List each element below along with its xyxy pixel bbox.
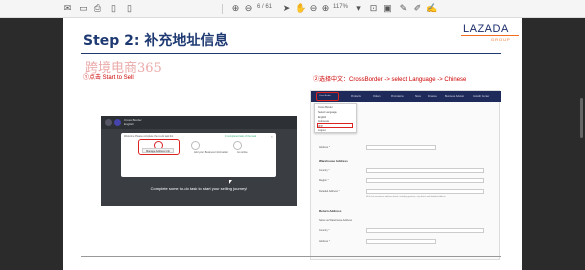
mouse-cursor-icon	[229, 180, 232, 184]
return-address-field[interactable]	[366, 239, 436, 244]
label-same-address: Same as Warehouse Address	[319, 219, 352, 222]
section-return: Return Address	[319, 209, 342, 213]
address-hint: Fill in the warehouse address details, i…	[366, 196, 446, 198]
folder-icon[interactable]: ▭	[78, 3, 89, 14]
hand-icon[interactable]: ✋	[295, 3, 306, 14]
viewer-toolbar: ✉ ▭ ⎙ ▯ ▯ ⊕ ⊖ 6 / 61 ➤ ✋ ⊖ ⊕ 117% ▾ ⊡ ▣ …	[0, 0, 585, 18]
zoom-out-icon[interactable]: ⊖	[308, 3, 319, 14]
step1-caption: ①点击 Start to Sell	[83, 75, 134, 81]
task2-label: Add your Business Information	[194, 151, 229, 154]
logo-underline	[461, 35, 519, 36]
lazada-logo: LAZADA	[463, 23, 509, 35]
page-current[interactable]: 6	[257, 4, 260, 10]
print-icon[interactable]: ⎙	[92, 3, 103, 14]
crossborder-highlight[interactable]	[316, 92, 339, 101]
nav-orders[interactable]: Orders	[373, 95, 381, 98]
region-select[interactable]	[366, 178, 484, 183]
seller-nav: Cross Border Products Orders Promotions …	[311, 91, 501, 102]
nav-products[interactable]: Products	[351, 95, 361, 98]
dropdown-label: Select Language	[318, 111, 337, 114]
chinese-option-highlight[interactable]	[317, 123, 353, 128]
comment-icon[interactable]: ✎	[398, 3, 409, 14]
address-field[interactable]	[366, 145, 436, 150]
country-select[interactable]	[366, 168, 484, 173]
return-country-select[interactable]	[366, 228, 484, 233]
address-form-screenshot: Cross Border Products Orders Promotions …	[310, 90, 501, 260]
language-dropdown: Cross Border Select Language English Ind…	[314, 103, 357, 133]
label-detailed: Detailed Address *	[319, 190, 340, 193]
page-icon-2[interactable]: ▯	[124, 3, 135, 14]
label-country-return: Country *	[319, 229, 330, 232]
arrow-up-icon[interactable]: ⊕	[230, 3, 241, 14]
page-icon[interactable]: ▯	[108, 3, 119, 14]
label-region: Region *	[319, 179, 329, 182]
nav-business-advisor[interactable]: Business Advisor	[445, 95, 464, 98]
right-margin	[522, 18, 585, 270]
nav-store[interactable]: Store	[415, 95, 421, 98]
dropdown-title: Cross Border	[318, 106, 333, 109]
task2-circle	[191, 141, 200, 150]
detailed-address-field[interactable]	[366, 189, 484, 194]
modal-title: Welcome Please complete the to-do task l…	[124, 135, 174, 138]
todo-modal: Welcome Please complete the to-do task l…	[121, 133, 276, 177]
zoom-in-icon[interactable]: ⊕	[320, 3, 331, 14]
modal-status: 0 completed task of the task	[225, 135, 257, 138]
user-name: Cross Border English	[124, 118, 142, 126]
zoom-level[interactable]: 117%	[333, 4, 348, 10]
avatar-2	[114, 119, 121, 126]
fit-icon[interactable]: ▾	[353, 3, 364, 14]
manage-address-button[interactable]: Manage Address Info	[142, 148, 174, 153]
nav-growth-center[interactable]: Growth Center	[473, 95, 489, 98]
arrow-down-icon[interactable]: ⊖	[243, 3, 254, 14]
close-icon[interactable]: ×	[271, 134, 273, 139]
step2-caption: ②选择中文：CrossBorder -> select Language -> …	[313, 77, 467, 83]
nav-promotions[interactable]: Promotions	[391, 95, 404, 98]
pdf-viewer: ✉ ▭ ⎙ ▯ ▯ ⊕ ⊖ 6 / 61 ➤ ✋ ⊖ ⊕ 117% ▾ ⊡ ▣ …	[0, 0, 585, 270]
avatar	[105, 119, 112, 126]
label-country: Country *	[319, 169, 330, 172]
cursor-icon[interactable]: ➤	[281, 3, 292, 14]
screenshot-header: Cross Border English	[101, 116, 297, 129]
nav-finance[interactable]: Finance	[428, 95, 437, 98]
page-total: / 61	[262, 4, 273, 10]
start-to-sell-highlight[interactable]: Manage Address Info	[138, 139, 180, 155]
dropdown-option-english[interactable]: English	[318, 116, 326, 119]
title-divider	[81, 53, 501, 54]
banner-text: Complete some to-do task to start your s…	[150, 186, 248, 191]
task3-label: Go online	[237, 151, 248, 154]
slide-title: Step 2: 补充地址信息	[83, 33, 229, 49]
signature-icon[interactable]: ✍	[426, 3, 437, 14]
slide-page: Step 2: 补充地址信息 LAZADA GROUP 跨境电商365 ①点击 …	[63, 18, 522, 270]
lazada-logo-sub: GROUP	[491, 37, 511, 42]
mail-icon[interactable]: ✉	[62, 3, 73, 14]
section-warehouse: Warehouse Address	[319, 159, 348, 163]
label-address: Address *	[319, 146, 330, 149]
crop-icon[interactable]: ⊡	[368, 3, 379, 14]
scrollbar-thumb[interactable]	[580, 98, 583, 138]
seller-center-screenshot: Cross Border English Welcome Please comp…	[101, 116, 297, 206]
label-address-return: Address *	[319, 240, 330, 243]
task3-circle	[233, 141, 242, 150]
mode-icon[interactable]: ▣	[382, 3, 393, 14]
left-margin	[0, 18, 63, 270]
highlight-icon[interactable]: ✐	[412, 3, 423, 14]
footer-divider	[81, 256, 501, 257]
toolbar-separator	[222, 4, 223, 14]
dropdown-option-logout[interactable]: Logout	[318, 129, 326, 132]
